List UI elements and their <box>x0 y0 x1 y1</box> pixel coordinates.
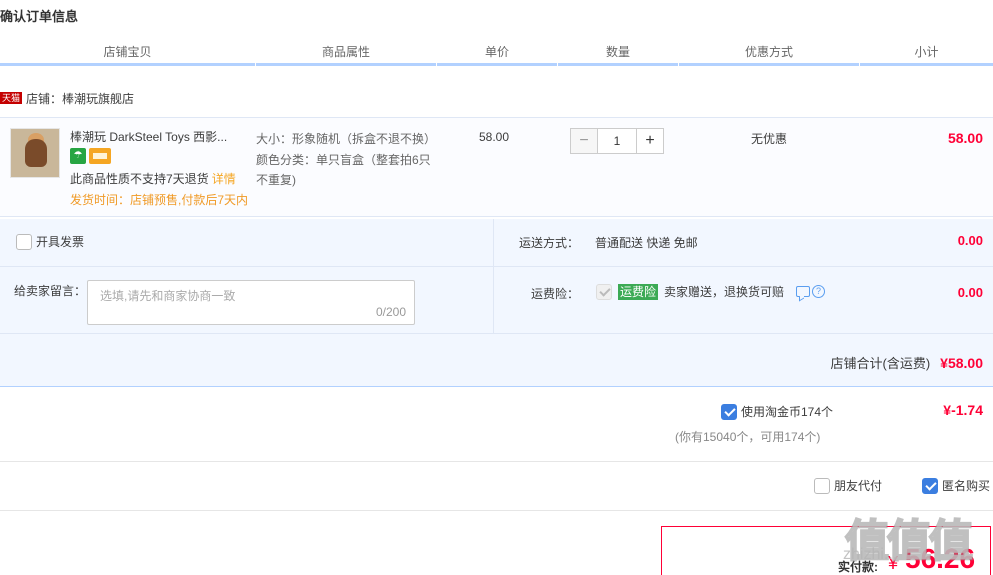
chat-icon[interactable] <box>796 286 811 297</box>
ship-time: 发货时间：店铺预售,付款后7天内 <box>70 193 249 207</box>
divider <box>0 266 993 267</box>
anonymous-buy-checkbox[interactable] <box>922 477 938 494</box>
product-thumbnail[interactable] <box>10 128 60 178</box>
taojinbi-label: 使用淘金币174个 <box>741 405 834 419</box>
attr-color: 颜色分类：单只盲盒（整套拍6只不重复) <box>256 153 431 187</box>
taojinbi-note: (你有15040个，可用174个) <box>675 430 821 444</box>
order-options: 开具发票 运送方式： 普通配送 快递 免邮 0.00 给卖家留言： 0/200 … <box>0 219 993 387</box>
insurance-checkbox[interactable] <box>596 283 612 300</box>
shop-row: 天猫 店铺：棒潮玩旗舰店 <box>0 88 134 108</box>
increase-button[interactable]: + <box>636 128 664 154</box>
shop-total: 店铺合计(含运费) ¥58.00 <box>831 353 984 372</box>
shipping-method: 普通配送 快递 免邮 <box>595 236 698 250</box>
divider <box>0 333 993 334</box>
divider <box>0 461 993 462</box>
taojinbi-checkbox[interactable] <box>721 403 737 420</box>
seller-message-label: 给卖家留言： <box>14 284 87 298</box>
taojinbi-option[interactable]: 使用淘金币174个 <box>721 403 833 420</box>
shop-total-amount: ¥58.00 <box>940 355 983 371</box>
quantity-input[interactable]: 1 <box>598 128 636 154</box>
unit-price: 58.00 <box>479 130 510 144</box>
invoice-option[interactable]: 开具发票 <box>16 233 84 250</box>
item-subtotal: 58.00 <box>947 130 983 146</box>
service-guarantee-icon[interactable]: ☂ <box>70 148 86 164</box>
credit-card-icon[interactable] <box>89 148 111 164</box>
tmall-badge-icon: 天猫 <box>0 92 23 104</box>
anonymous-buy-label: 匿名购买 <box>942 479 991 493</box>
seller-message-box: 0/200 <box>87 280 415 325</box>
no-return-notice: 此商品性质不支持7天退货 详情 <box>70 170 236 187</box>
insurance-cost: 0.00 <box>957 285 983 300</box>
shipping-insurance: 运费险 卖家赠送，退换货可赔 ? <box>596 283 826 300</box>
insurance-text: 卖家赠送，退换货可赔 <box>664 285 785 299</box>
seller-message-input[interactable] <box>88 281 414 324</box>
order-item: 棒潮玩 DarkSteel Toys 西影... ☂ 此商品性质不支持7天退货详… <box>0 117 993 217</box>
quantity-stepper: − 1 + <box>570 128 664 154</box>
discount-method: 无优惠 <box>751 132 788 146</box>
message-char-count: 0/200 <box>375 305 406 319</box>
attr-size: 大小：形象随机（拆盒不退不换） <box>256 132 437 146</box>
col-shop-item: 店铺宝贝 <box>0 40 255 66</box>
divider <box>493 219 494 333</box>
shipping-cost: 0.00 <box>957 233 983 248</box>
insurance-badge: 运费险 <box>618 283 659 300</box>
shop-total-label: 店铺合计(含运费) <box>830 356 931 371</box>
product-title[interactable]: 棒潮玩 DarkSteel Toys 西影... <box>70 128 245 145</box>
column-header: 店铺宝贝 商品属性 单价 数量 优惠方式 小计 <box>0 40 993 66</box>
page-title: 确认订单信息 <box>0 9 79 24</box>
decrease-button[interactable]: − <box>570 128 598 154</box>
shipping-label: 运送方式： <box>519 236 580 250</box>
friend-pay-option[interactable]: 朋友代付 <box>814 477 882 494</box>
service-icons: ☂ <box>70 148 111 164</box>
friend-pay-label: 朋友代付 <box>834 479 883 493</box>
col-discount: 优惠方式 <box>679 40 859 66</box>
col-subtotal: 小计 <box>860 40 993 66</box>
detail-link[interactable]: 详情 <box>212 172 236 186</box>
col-attributes: 商品属性 <box>256 40 436 66</box>
col-quantity: 数量 <box>558 40 678 66</box>
col-unit-price: 单价 <box>437 40 557 66</box>
no-return-text: 此商品性质不支持7天退货 <box>70 172 209 186</box>
friend-pay-checkbox[interactable] <box>814 477 830 494</box>
invoice-label: 开具发票 <box>36 235 85 249</box>
help-icon[interactable]: ? <box>812 285 826 298</box>
shipping-insurance-label: 运费险： <box>531 287 580 301</box>
taojinbi-amount: ¥-1.74 <box>943 402 983 418</box>
anonymous-buy-option[interactable]: 匿名购买 <box>922 477 990 494</box>
invoice-checkbox[interactable] <box>16 233 32 250</box>
shop-name[interactable]: 店铺：棒潮玩旗舰店 <box>26 90 134 107</box>
watermark-text: zhizhi... <box>843 546 898 563</box>
